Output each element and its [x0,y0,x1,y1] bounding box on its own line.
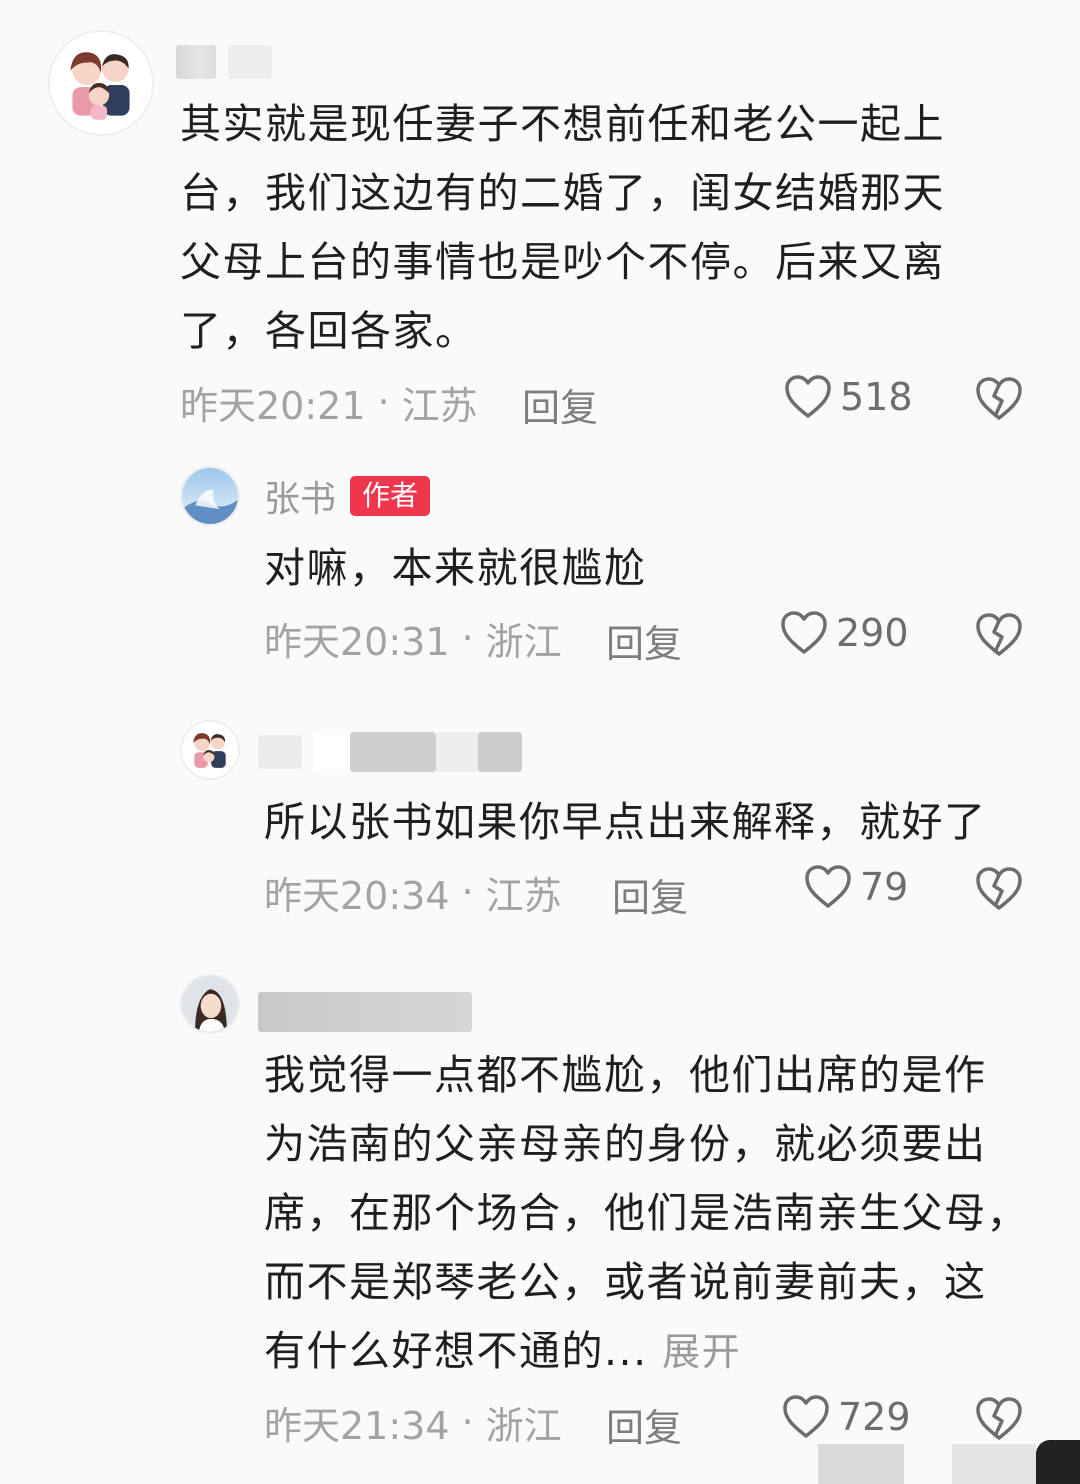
dislike-button[interactable] [975,376,1023,422]
username-row[interactable] [258,990,484,1034]
separator: · [461,616,474,660]
location: 浙江 [485,1403,562,1448]
blurred-username [436,732,478,772]
reply-button[interactable]: 回复 [522,377,598,432]
blurred-username [176,45,216,79]
dislike-button[interactable] [975,612,1023,658]
reply-button[interactable]: 回复 [606,613,682,668]
reply-button[interactable]: 回复 [612,867,688,922]
location: 浙江 [485,619,562,664]
username-row[interactable] [258,730,534,774]
comment-text: 对嘛，本来就很尴尬 [264,544,647,592]
separator: · [461,1400,474,1444]
like-button[interactable]: 290 [780,610,909,656]
like-count: 729 [838,1395,911,1439]
avatar[interactable] [180,974,240,1034]
like-count: 518 [840,375,913,419]
avatar[interactable] [48,30,154,136]
watermark-corner [1036,1440,1080,1484]
comment-meta: 昨天20:21 · 江苏 [180,377,478,428]
blurred-username [350,732,436,772]
heart-outline-icon [781,611,827,654]
like-button[interactable]: 79 [804,864,908,910]
family-cartoon-avatar-icon [182,722,238,778]
broken-heart-icon [976,377,1022,420]
watermark-blur [952,1444,1036,1484]
woman-photo-avatar-icon [182,976,238,1032]
like-button[interactable]: 518 [784,374,913,420]
like-count: 79 [860,865,909,909]
comment-text: 所以张书如果你早点出来解释，就好了 [264,798,987,846]
avatar[interactable] [180,720,240,780]
comment-text: 我觉得一点都不尴尬，他们出席的是作 为浩南的父亲母亲的身份，就必须要出 席，在那… [264,1041,1054,1387]
dislike-button[interactable] [975,1396,1023,1442]
watermark-blur [818,1444,904,1484]
broken-heart-icon [976,867,1022,910]
timestamp: 昨天20:34 [264,873,450,918]
avatar[interactable] [180,466,240,526]
blurred-username [478,732,522,772]
family-cartoon-avatar-icon [50,32,152,134]
sky-landscape-avatar-icon [182,468,238,524]
username-row[interactable]: 张书 作者 [264,474,431,520]
comment-meta: 昨天20:31 · 浙江 [264,613,562,664]
username: 张书 [264,479,337,520]
timestamp: 昨天20:31 [264,619,450,664]
expand-link[interactable]: 展开 [662,1330,741,1374]
timestamp: 昨天20:21 [180,383,366,428]
comment-meta: 昨天20:34 · 江苏 [264,867,562,918]
broken-heart-icon [976,1397,1022,1440]
like-button[interactable]: 729 [782,1394,911,1440]
comment-body: 我觉得一点都不尴尬，他们出席的是作 为浩南的父亲母亲的身份，就必须要出 席，在那… [264,1051,1029,1375]
location: 江苏 [401,383,478,428]
blurred-username [258,735,302,769]
like-count: 290 [836,611,909,655]
separator: · [377,380,390,424]
blurred-username [228,45,272,79]
blurred-username [314,735,350,769]
username-row[interactable] [176,40,284,84]
comment-text: 其实就是现任妻子不想前任和老公一起上 台，我们这边有的二婚了，闺女结婚那天 父母… [180,100,945,355]
blurred-username [258,992,472,1032]
timestamp: 昨天21:34 [264,1403,450,1448]
heart-outline-icon [785,375,831,418]
heart-outline-icon [783,1395,829,1438]
dislike-button[interactable] [975,866,1023,912]
comment-meta: 昨天21:34 · 浙江 [264,1397,562,1448]
heart-outline-icon [805,865,851,908]
separator: · [461,870,474,914]
location: 江苏 [485,873,562,918]
reply-button[interactable]: 回复 [606,1397,682,1452]
author-badge: 作者 [350,476,431,516]
broken-heart-icon [976,613,1022,656]
